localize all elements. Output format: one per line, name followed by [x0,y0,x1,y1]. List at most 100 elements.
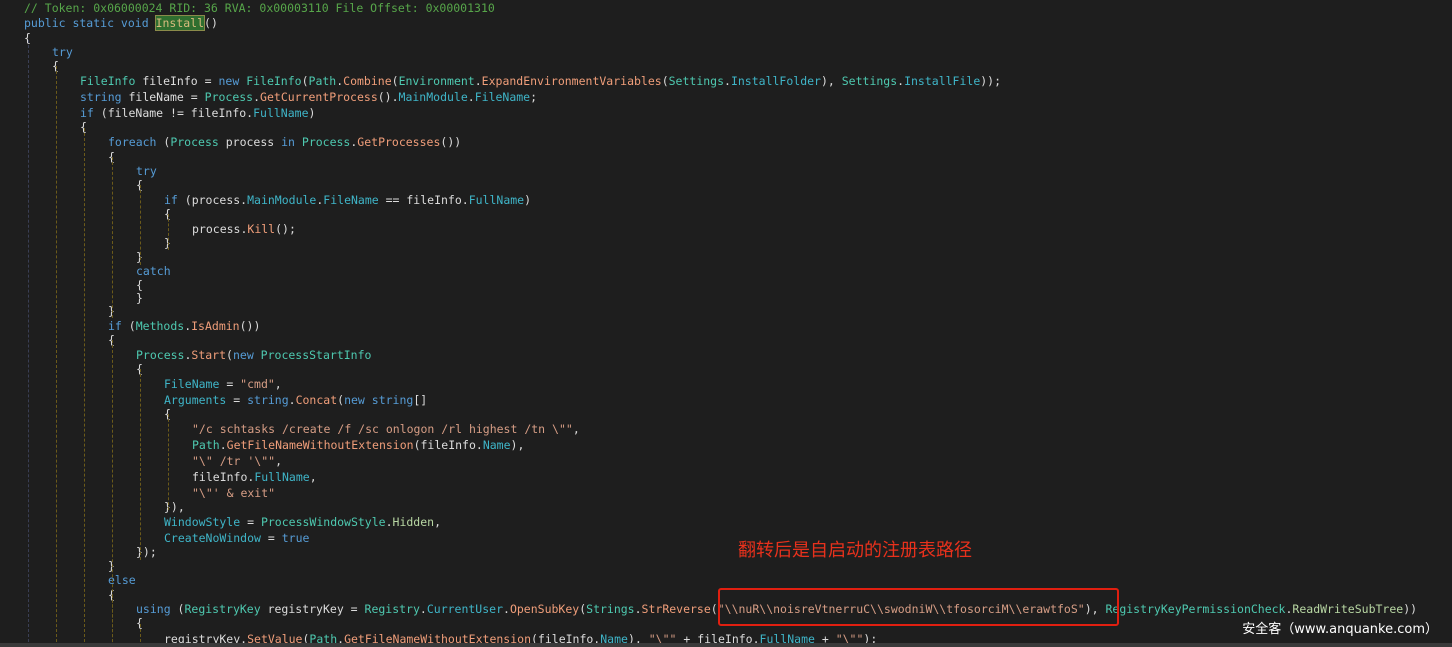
code-token: Process [136,348,185,362]
code-token: , [274,377,282,391]
code-token: ) [524,193,532,207]
code-token: GetCurrentProcess [260,90,378,104]
code-token: = [260,531,282,545]
indent-guide [112,157,113,318]
code-token: FileInfo [246,74,302,88]
code-token: OpenSubKey [509,602,580,616]
code-token: Methods [135,319,185,333]
code-token: = [226,393,248,407]
code-token: InstallFile [904,74,981,88]
code-token: Path [192,438,220,452]
code-token: ( [301,74,309,88]
code-token: Strings [586,602,635,616]
code-token: "cmd" [240,377,275,391]
code-token: new [344,393,372,407]
code-token: Process [301,135,351,149]
code-token: ()) [239,319,261,333]
code-token: ) [308,106,316,120]
code-token: Concat [295,393,338,407]
code-token: Environment [398,74,475,88]
code-token: true [281,531,310,545]
code-token: = [219,377,241,391]
code-token: string [80,90,122,104]
code-editor[interactable]: // Token: 0x06000024 RID: 36 RVA: 0x0000… [0,0,1452,647]
code-token: InstallFolder [730,74,821,88]
code-line: public static void Install() [24,15,218,31]
code-token: () [204,16,218,30]
code-token: (fileName != fileInfo. [93,106,254,120]
code-token: ProcessWindowStyle [260,515,386,529]
code-token: "\" /tr '\"" [192,454,276,468]
code-token: if [108,319,122,333]
code-line: // Token: 0x06000024 RID: 36 RVA: 0x0000… [24,0,495,16]
code-token: FileInfo [80,74,136,88]
indent-guide [28,40,29,647]
code-token: (process. [177,193,248,207]
code-line: } [136,290,143,306]
watermark: 安全客（www.anquanke.com） [1242,622,1438,637]
code-token: Process [170,135,219,149]
code-token: Start [191,348,227,362]
code-token: ExpandEnvironmentVariables [481,74,662,88]
code-token: string [247,393,289,407]
code-token: (fileInfo. [413,438,483,452]
code-token: Arguments [164,393,227,407]
code-token: . [288,393,296,407]
code-token: [] [413,393,428,407]
code-token: FullName [254,470,310,484]
code-token: ( [710,602,718,616]
code-token: Hidden [392,515,435,529]
code-token: "\"' & exit" [192,486,276,500]
code-token: ), [510,438,525,452]
code-line: WindowStyle = ProcessWindowStyle.Hidden, [164,514,441,530]
code-token: ; [530,90,538,104]
indent-guide [168,214,169,250]
indent-guide [56,66,57,647]
code-token: MainModule [247,193,317,207]
code-line: FileInfo fileInfo = new FileInfo(Path.Co… [80,73,1001,89]
indent-guide [140,369,141,560]
code-token: FullName [468,193,525,207]
code-token: try [52,45,73,59]
code-token: MainModule [398,90,468,104]
code-token: GetProcesses [357,135,441,149]
code-token: if [80,106,94,120]
code-token: catch [136,264,171,278]
code-token: (); [275,222,296,236]
code-token: new [232,348,261,362]
horizontal-scrollbar[interactable] [0,643,1452,647]
code-token: fileInfo. [192,470,255,484]
code-line: CreateNoWindow = true [164,530,309,546]
code-line: Path.GetFileNameWithoutExtension(fileInf… [192,437,524,453]
indent-guide [112,595,113,647]
code-token: FileName [323,193,379,207]
code-token: registryKey = [260,602,365,616]
indent-guide [84,128,85,647]
code-token: Settings [841,74,898,88]
code-token: )) [1403,602,1418,616]
code-token: FullName [253,106,309,120]
code-line: FileName = "cmd", [164,376,282,392]
code-token: RegistryKeyPermissionCheck [1105,602,1286,616]
code-line: "\"' & exit" [192,485,275,501]
code-token: Path [308,74,337,88]
code-token: ( [170,602,185,616]
code-token: GetFileNameWithoutExtension [226,438,414,452]
code-token: Kill [247,222,276,236]
code-line: Arguments = string.Concat(new string[] [164,392,427,408]
code-token: , [275,454,283,468]
code-line: Process.Start(new ProcessStartInfo [136,347,371,363]
code-line: process.Kill(); [192,221,296,237]
indent-guide [140,185,141,265]
code-token: . [474,74,482,88]
code-line: "/c schtasks /create /f /sc onlogon /rl … [192,421,580,437]
code-token: . [219,438,227,452]
code-token: Registry [364,602,420,616]
code-line: foreach (Process process in Process.GetP… [108,134,461,150]
code-token: = [240,515,261,529]
code-token: . [634,602,642,616]
code-token: . [724,74,731,88]
code-token: WindowStyle [164,515,241,529]
code-token: CurrentUser [426,602,504,616]
annotation-label: 翻转后是自启动的注册表路径 [738,540,972,561]
